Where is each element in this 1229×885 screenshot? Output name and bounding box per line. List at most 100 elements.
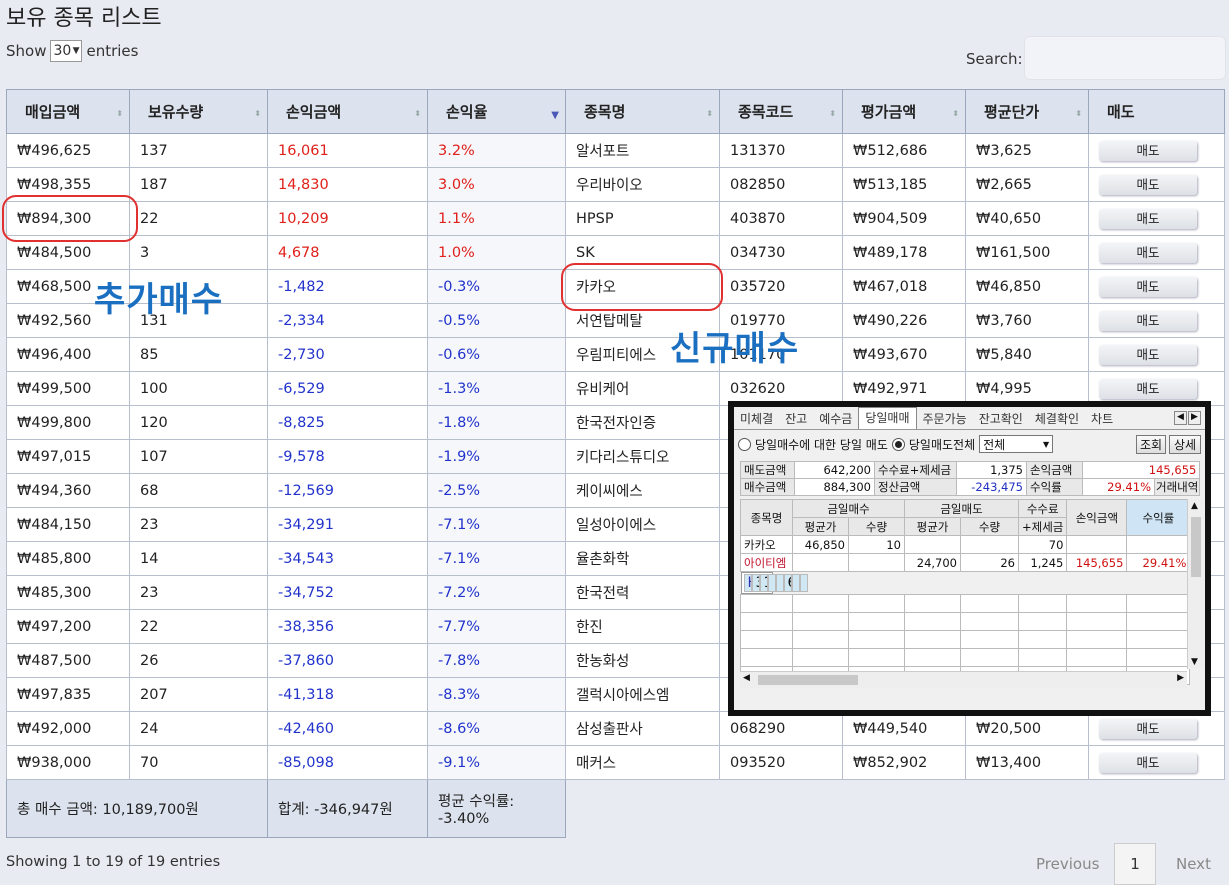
sell-button[interactable]: 매도 — [1099, 718, 1197, 739]
cell-eval: ₩489,178 — [842, 235, 966, 270]
cell-qty: 85 — [129, 337, 268, 372]
cell-avg: ₩13,400 — [965, 745, 1089, 780]
grid-cell-pl — [791, 574, 800, 592]
cell-avg: ₩40,650 — [965, 201, 1089, 236]
cell-rate: 3.2% — [427, 133, 566, 168]
sell-button[interactable]: 매도 — [1099, 752, 1197, 773]
page-1-button[interactable]: 1 — [1114, 843, 1156, 885]
grid-cell-name — [740, 594, 793, 613]
grid-cell-pl — [1066, 535, 1128, 554]
chevron-up-icon[interactable]: ▲ — [1191, 501, 1198, 511]
column-header-0[interactable]: 매입금액 ⬍ — [6, 89, 130, 134]
sort-icon: ⬍ — [706, 109, 713, 118]
grid-cell-savg: 24,700 — [904, 553, 961, 572]
column-header-label: 손익금액 — [286, 103, 342, 121]
grid-row[interactable]: 아이티엠 24,700 26 1,245 145,655 29.41% — [740, 553, 1191, 572]
search-input[interactable] — [1024, 36, 1226, 80]
column-header-label: 매도 — [1107, 103, 1135, 121]
sell-button[interactable]: 매도 — [1099, 344, 1197, 365]
radio-all-sell-icon[interactable] — [891, 437, 905, 451]
column-header-5[interactable]: 종목코드 ⬍ — [719, 89, 843, 134]
cell-rate: -0.3% — [427, 269, 566, 304]
horizontal-scrollbar[interactable]: ◀ ▶ — [740, 671, 1187, 688]
tab-7[interactable]: 차트 — [1085, 409, 1119, 429]
cell-pl: -37,860 — [267, 643, 428, 678]
sell-button[interactable]: 매도 — [1099, 310, 1197, 331]
history-button[interactable]: 거래내역 — [1153, 478, 1201, 496]
cell-name: 율촌화학 — [565, 541, 720, 576]
grid-row[interactable] — [740, 630, 1191, 649]
grid-cell-pl — [1066, 630, 1128, 649]
entries-select-value: 30 — [53, 43, 72, 59]
sell-button[interactable]: 매도 — [1099, 174, 1197, 195]
tab-4[interactable]: 주문가능 — [917, 409, 973, 429]
cell-name: 매커스 — [565, 745, 720, 780]
tab-1[interactable]: 잔고 — [779, 409, 813, 429]
column-header-7[interactable]: 평균단가 ⬍ — [965, 89, 1089, 134]
tab-5[interactable]: 잔고확인 — [973, 409, 1029, 429]
previous-button[interactable]: Previous — [1036, 855, 1099, 873]
chevron-down-icon[interactable]: ▼ — [1191, 657, 1198, 667]
table-row: ₩496,625 137 16,061 3.2% 알서포트 131370 ₩512,686 ₩… — [6, 133, 1225, 168]
grid-cell-fee: 70 — [1017, 535, 1068, 554]
annotation-add-buy: 추가매수 — [94, 280, 224, 320]
cell-name: 케이씨에스 — [565, 473, 720, 508]
grid-row[interactable]: HPSP37,80011 60 — [740, 572, 808, 594]
column-header-3[interactable]: 손익율 ▼ — [427, 89, 566, 134]
col-fee2: +제세금 — [1017, 517, 1068, 536]
chevron-left-icon[interactable]: ◀ — [743, 673, 750, 683]
grid-row[interactable] — [740, 612, 1191, 631]
chevron-left-icon[interactable]: ◀ — [1174, 411, 1187, 425]
query-button[interactable]: 조회 — [1136, 435, 1166, 454]
sell-button[interactable]: 매도 — [1099, 242, 1197, 263]
filter-combo[interactable]: 전체 ▼ — [979, 435, 1054, 453]
detail-button[interactable]: 상세 — [1169, 435, 1201, 454]
chevron-right-icon[interactable]: ▶ — [1188, 411, 1201, 425]
cell-avg: ₩46,850 — [965, 269, 1089, 304]
scroll-thumb[interactable] — [1191, 517, 1201, 577]
grid-cell-sqty — [960, 535, 1019, 554]
sell-button[interactable]: 매도 — [1099, 208, 1197, 229]
tab-3[interactable]: 당일매매 — [858, 407, 917, 429]
grid-row[interactable] — [740, 648, 1191, 667]
cell-rate: -1.9% — [427, 439, 566, 474]
sell-button[interactable]: 매도 — [1099, 276, 1197, 297]
chevron-right-icon[interactable]: ▶ — [1177, 673, 1184, 683]
cell-sell: 매도 — [1088, 167, 1225, 202]
cell-code: 068290 — [719, 711, 843, 746]
cell-buy: ₩497,835 — [6, 677, 130, 712]
tab-6[interactable]: 체결확인 — [1029, 409, 1085, 429]
column-header-2[interactable]: 손익금액 ⬍ — [267, 89, 428, 134]
column-header-1[interactable]: 보유수량 ⬍ — [129, 89, 268, 134]
sort-desc-icon: ▼ — [551, 110, 559, 121]
chevron-down-icon: ▼ — [72, 46, 80, 56]
grid-row[interactable]: 카카오 46,850 10 70 — [740, 535, 1191, 554]
column-header-4[interactable]: 종목명 ⬍ — [565, 89, 720, 134]
cell-qty: 14 — [129, 541, 268, 576]
sell-amount-label: 매도금액 — [740, 461, 795, 479]
column-header-8[interactable]: 매도 — [1088, 89, 1225, 134]
sort-icon: ⬍ — [414, 109, 421, 118]
sell-button[interactable]: 매도 — [1099, 140, 1197, 161]
next-button[interactable]: Next — [1176, 855, 1211, 873]
cell-sell: 매도 — [1088, 235, 1225, 270]
cell-qty: 107 — [129, 439, 268, 474]
cell-pl: -2,730 — [267, 337, 428, 372]
cell-avg: ₩161,500 — [965, 235, 1089, 270]
radio-same-day-icon[interactable] — [738, 437, 751, 451]
entries-select[interactable]: 30 ▼ — [50, 40, 83, 62]
cell-rate: -0.6% — [427, 337, 566, 372]
footer-blank — [565, 779, 1225, 838]
sell-button[interactable]: 매도 — [1099, 378, 1197, 399]
grid-cell-bqty — [848, 648, 905, 667]
column-header-6[interactable]: 평가금액 ⬍ — [842, 89, 966, 134]
cell-eval: ₩904,509 — [842, 201, 966, 236]
tab-0[interactable]: 미체결 — [734, 409, 779, 429]
scroll-thumb-h[interactable] — [758, 675, 858, 685]
grid-cell-yield — [1126, 535, 1191, 554]
vertical-scrollbar[interactable]: ▲ ▼ — [1187, 499, 1204, 669]
col-pl: 손익금액 — [1066, 499, 1128, 536]
cell-pl: -34,291 — [267, 507, 428, 542]
tab-2[interactable]: 예수금 — [813, 409, 858, 429]
grid-row[interactable] — [740, 594, 1191, 613]
